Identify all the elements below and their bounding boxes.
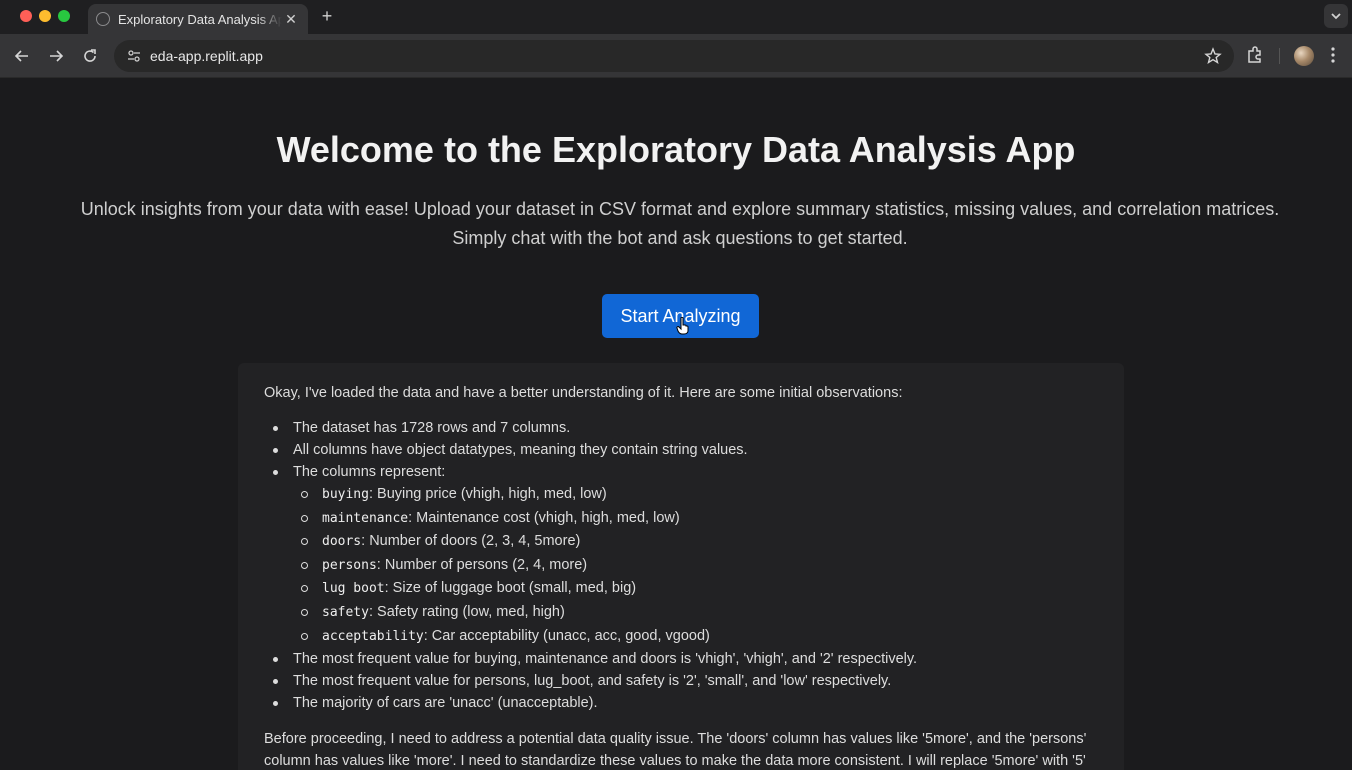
browser-tab[interactable]: Exploratory Data Analysis App ✕: [88, 4, 308, 34]
profile-avatar[interactable]: [1294, 46, 1314, 66]
window-minimize-button[interactable]: [39, 10, 51, 22]
response-outro: Before proceeding, I need to address a p…: [264, 731, 1087, 770]
tab-bar: Exploratory Data Analysis App ✕ +: [0, 0, 1352, 34]
forward-icon[interactable]: [45, 45, 67, 67]
column-item: maintenance: Maintenance cost (vhigh, hi…: [293, 507, 1098, 531]
address-bar[interactable]: eda-app.replit.app: [114, 40, 1234, 72]
column-name: acceptability: [322, 628, 424, 644]
column-name: lug boot: [322, 581, 385, 597]
menu-kebab-icon[interactable]: [1330, 45, 1336, 70]
hand-cursor-icon: [676, 317, 689, 335]
column-item: buying: Buying price (vhigh, high, med, …: [293, 483, 1098, 507]
list-item-text: The columns represent:: [293, 464, 446, 480]
column-name: persons: [322, 557, 377, 573]
column-name: safety: [322, 604, 369, 620]
column-desc: : Car acceptability (unacc, acc, good, v…: [423, 627, 710, 644]
site-info-icon[interactable]: [118, 48, 150, 64]
list-item: The most frequent value for buying, main…: [264, 648, 1098, 670]
url-text[interactable]: eda-app.replit.app: [150, 48, 263, 64]
extensions-icon[interactable]: [1245, 45, 1265, 70]
toolbar-divider: [1279, 48, 1280, 64]
bookmark-star-icon[interactable]: [1204, 47, 1222, 70]
column-item: lug boot: Size of luggage boot (small, m…: [293, 577, 1098, 601]
reload-icon[interactable]: [79, 45, 101, 67]
list-item: All columns have object datatypes, meani…: [264, 439, 1098, 461]
column-desc: : Safety rating (low, med, high): [368, 603, 565, 620]
page-title: Welcome to the Exploratory Data Analysis…: [276, 129, 1076, 170]
list-item: The columns represent: buying: Buying pr…: [264, 461, 1098, 648]
column-desc: : Maintenance cost (vhigh, high, med, lo…: [408, 509, 680, 526]
column-desc: : Number of persons (2, 4, more): [376, 556, 588, 573]
tab-title: Exploratory Data Analysis App: [118, 11, 282, 27]
page-subtitle: Unlock insights from your data with ease…: [80, 199, 1280, 248]
window-close-button[interactable]: [20, 10, 32, 22]
response-intro: Okay, I've loaded the data and have a be…: [264, 385, 903, 401]
page-content: Welcome to the Exploratory Data Analysis…: [0, 79, 1352, 770]
browser-toolbar: eda-app.replit.app: [0, 34, 1352, 78]
new-tab-icon[interactable]: +: [316, 6, 338, 28]
column-name: buying: [322, 487, 369, 502]
columns-list: buying: Buying price (vhigh, high, med, …: [293, 483, 1098, 648]
column-name: doors: [322, 534, 362, 550]
column-desc: : Size of luggage boot (small, med, big): [384, 580, 637, 597]
column-name: maintenance: [322, 510, 409, 526]
column-desc: : Number of doors (2, 3, 4, 5more): [361, 533, 581, 550]
column-item: persons: Number of persons (2, 4, more): [293, 554, 1098, 578]
list-item: The dataset has 1728 rows and 7 columns.: [264, 417, 1098, 439]
tab-close-icon[interactable]: ✕: [282, 11, 300, 28]
column-desc: : Buying price (vhigh, high, med, low): [368, 486, 607, 502]
globe-icon: [96, 12, 110, 26]
column-item: safety: Safety rating (low, med, high): [293, 601, 1098, 625]
tab-search-icon[interactable]: [1324, 4, 1348, 28]
list-item: The most frequent value for persons, lug…: [264, 670, 1098, 692]
back-icon[interactable]: [11, 45, 33, 67]
chat-response-card: Okay, I've loaded the data and have a be…: [238, 363, 1124, 770]
window-maximize-button[interactable]: [58, 10, 70, 22]
column-item: acceptability: Car acceptability (unacc,…: [293, 625, 1098, 649]
column-item: doors: Number of doors (2, 3, 4, 5more): [293, 530, 1098, 554]
observations-list: The dataset has 1728 rows and 7 columns.…: [264, 417, 1098, 714]
list-item: The majority of cars are 'unacc' (unacce…: [264, 692, 1098, 714]
